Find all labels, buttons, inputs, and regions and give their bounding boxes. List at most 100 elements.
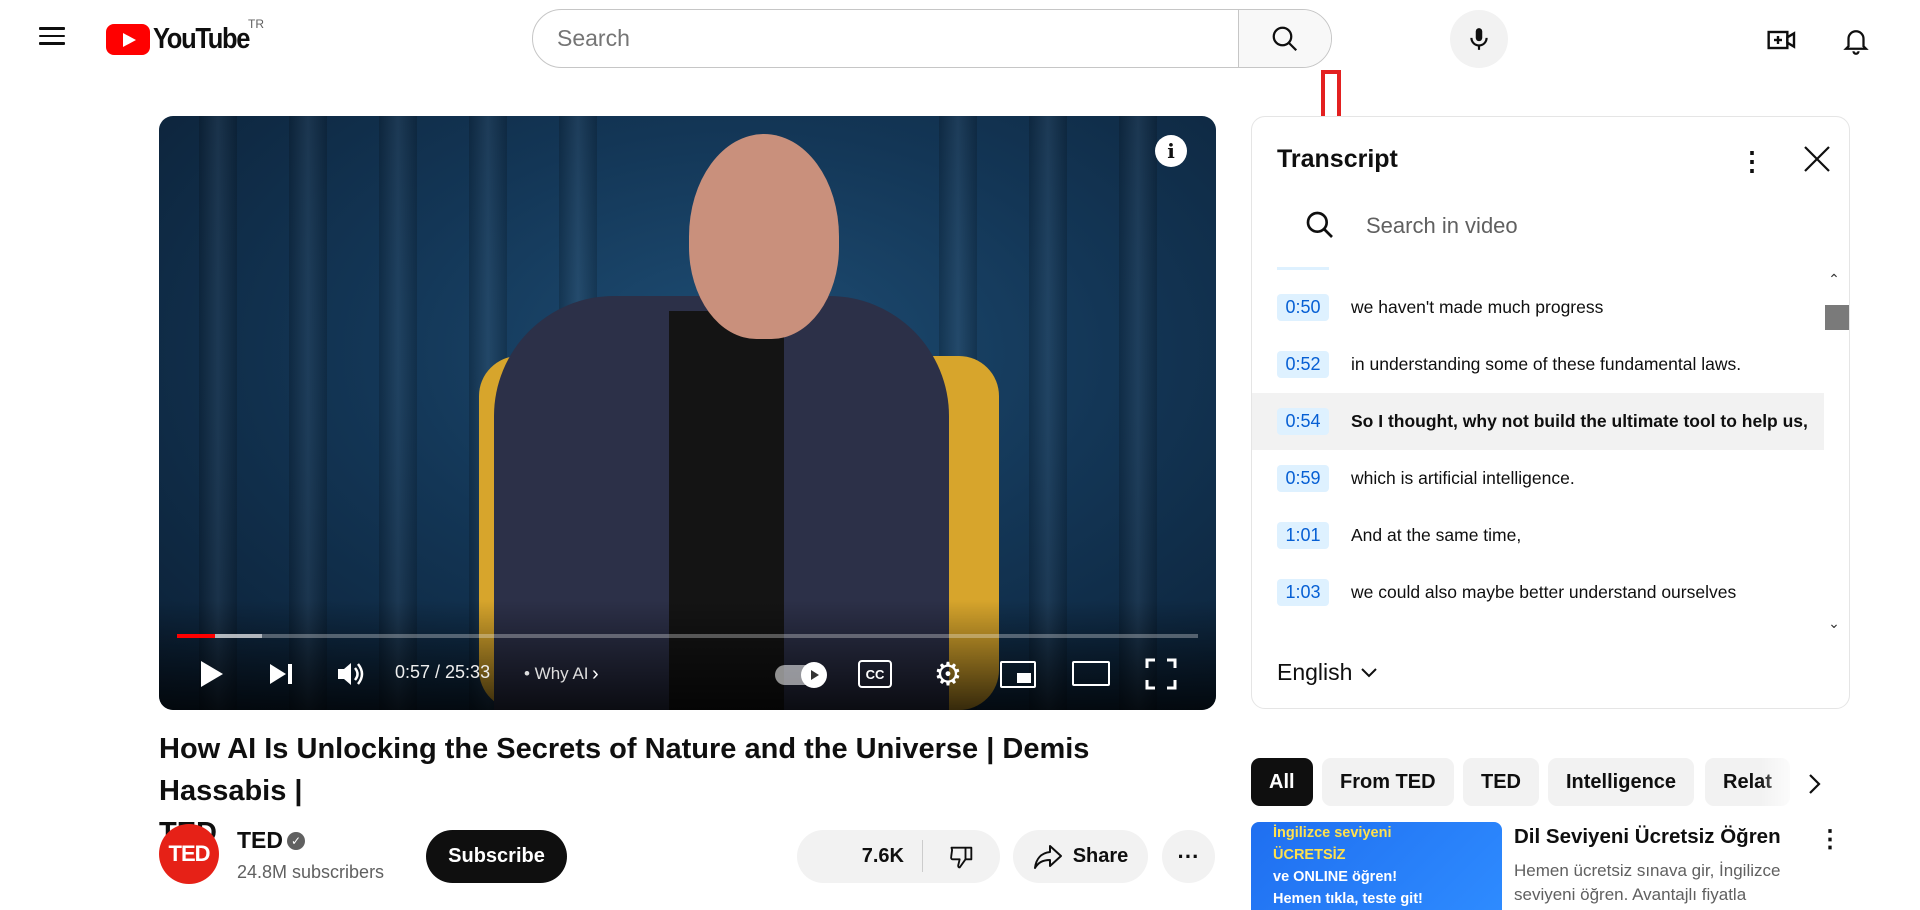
progress-played: [177, 634, 215, 638]
ad-thumbnail-text: ve ONLINE öğren!: [1273, 869, 1398, 885]
create-icon: [1767, 30, 1796, 50]
channel-avatar[interactable]: TED: [159, 824, 219, 884]
search-button[interactable]: [1238, 10, 1331, 67]
cc-icon[interactable]: CC: [858, 660, 892, 688]
youtube-logo[interactable]: YouTube TR: [106, 17, 264, 56]
segment-timestamp[interactable]: 0:59: [1277, 465, 1329, 492]
segment-text: And at the same time,: [1351, 525, 1522, 545]
next-button[interactable]: [265, 658, 297, 690]
ad-thumbnail-text: ÜCRETSİZ: [1273, 847, 1346, 863]
miniplayer-icon[interactable]: [1000, 661, 1036, 688]
language-label: English: [1277, 659, 1353, 685]
chapter-title[interactable]: • Why AI: [524, 664, 589, 684]
language-selector[interactable]: English: [1277, 659, 1378, 686]
transcript-list: 0:50 we haven't made much progress 0:52 …: [1252, 267, 1824, 615]
dislike-icon: [949, 846, 972, 868]
chevron-right-icon: [1809, 774, 1821, 794]
settings-icon[interactable]: ⚙: [930, 656, 966, 692]
transcript-search-icon: [1302, 207, 1338, 243]
subscriber-count: 24.8M subscribers: [237, 862, 385, 882]
notifications-button[interactable]: [1836, 20, 1876, 60]
chip-intelligence[interactable]: Intelligence: [1548, 758, 1695, 806]
more-vert-icon: ⋮: [1818, 825, 1842, 853]
like-count: 7.6K: [861, 845, 904, 867]
transcript-segment[interactable]: 0:52 in understanding some of these fund…: [1252, 336, 1824, 393]
channel-name[interactable]: TED: [237, 827, 283, 854]
video-title-line-1: How AI Is Unlocking the Secrets of Natur…: [159, 733, 1090, 807]
transcript-segment[interactable]: 0:59 which is artificial intelligence.: [1252, 450, 1824, 507]
ad-menu-button[interactable]: ⋮: [1815, 824, 1845, 854]
like-button[interactable]: 7.6K: [797, 830, 922, 883]
ad-thumbnail-text: İngilizce seviyeni: [1273, 825, 1392, 841]
theater-icon[interactable]: [1072, 661, 1110, 686]
ad-thumbnail[interactable]: İngilizce seviyeni ÜCRETSİZ ve ONLINE öğre…: [1251, 822, 1502, 910]
transcript-segment[interactable]: 0:50 we haven't made much progress: [1252, 279, 1824, 336]
youtube-play-logo-icon: [106, 23, 150, 55]
more-icon: ···: [1177, 843, 1200, 869]
more-actions-button[interactable]: ···: [1162, 830, 1215, 883]
play-icon: [201, 661, 223, 687]
transcript-scrollbar-thumb[interactable]: [1825, 305, 1849, 330]
verified-icon: ✓: [287, 832, 305, 850]
segment-text: we haven't made much progress: [1351, 297, 1604, 317]
like-dislike-group: 7.6K: [797, 830, 1000, 883]
autoplay-toggle[interactable]: [775, 662, 827, 688]
more-vert-icon: ⋮: [1739, 145, 1765, 176]
menu-icon[interactable]: [36, 22, 68, 54]
next-icon: [270, 664, 292, 684]
chip-all[interactable]: All: [1251, 758, 1313, 806]
close-icon: [1804, 146, 1830, 172]
share-button[interactable]: Share: [1013, 830, 1148, 883]
time-display: 0:57 / 25:33: [395, 662, 491, 682]
country-code: TR: [248, 17, 264, 31]
speaker-head: [689, 134, 839, 339]
transcript-segment[interactable]: 1:01 And at the same time,: [1252, 507, 1824, 564]
segment-text: which is artificial intelligence.: [1351, 468, 1575, 488]
segment-text: in understanding some of these fundament…: [1351, 354, 1742, 374]
search-icon: [1272, 26, 1298, 51]
scroll-up-chevron-icon[interactable]: ⌃: [1824, 269, 1844, 289]
segment-text: we could also maybe better understand ou…: [1351, 582, 1737, 602]
chevron-down-icon: [1361, 667, 1378, 677]
segment-timestamp[interactable]: 0:52: [1277, 351, 1329, 378]
segment-timestamp[interactable]: 0:50: [1277, 294, 1329, 321]
info-icon[interactable]: i: [1155, 135, 1187, 167]
segment-timestamp[interactable]: 0:54: [1277, 408, 1329, 435]
progress-bar[interactable]: [177, 634, 1198, 638]
chips-next-button[interactable]: [1795, 764, 1835, 804]
transcript-segment-active[interactable]: 0:54 So I thought, why not build the ult…: [1252, 393, 1824, 450]
bell-icon: [1843, 30, 1869, 55]
chip-ted[interactable]: TED: [1463, 758, 1539, 806]
transcript-close-button[interactable]: [1797, 139, 1837, 179]
search-input[interactable]: [533, 10, 1238, 67]
subscribe-button[interactable]: Subscribe: [426, 830, 567, 883]
dislike-button[interactable]: [923, 830, 1000, 883]
transcript-menu-button[interactable]: ⋮: [1732, 141, 1772, 181]
mute-button[interactable]: [334, 658, 368, 690]
ad-description: Hemen ücretsiz sınava gir, İngilizce sev…: [1514, 861, 1781, 904]
logo-text: YouTube: [153, 22, 250, 55]
volume-icon: [338, 663, 364, 685]
chip-from-ted[interactable]: From TED: [1322, 758, 1454, 806]
share-label: Share: [1072, 845, 1129, 867]
chapter-chevron-icon: ›: [592, 663, 599, 685]
voice-search-button[interactable]: [1450, 10, 1508, 68]
scroll-down-chevron-icon[interactable]: ⌄: [1824, 613, 1844, 633]
play-button[interactable]: [195, 657, 229, 691]
ad-thumbnail-text: Hemen tıkla, teste git!: [1273, 891, 1423, 907]
create-button[interactable]: [1762, 20, 1802, 60]
autoplay-play-icon: [801, 662, 827, 688]
search-bar: [532, 9, 1332, 68]
segment-text: So I thought, why not build the ultimate…: [1351, 411, 1808, 431]
video-player[interactable]: [159, 116, 1216, 710]
segment-timestamp[interactable]: 1:01: [1277, 522, 1329, 549]
mic-icon: [1470, 28, 1488, 50]
ad-title[interactable]: Dil Seviyeni Ücretsiz Öğren: [1514, 825, 1781, 849]
segment-timestamp[interactable]: 1:03: [1277, 579, 1329, 606]
fullscreen-icon[interactable]: [1144, 657, 1178, 691]
transcript-segment[interactable]: 1:03 we could also maybe better understa…: [1252, 564, 1824, 615]
transcript-panel: Transcript ⋮ 0:50 we haven't made much p…: [1251, 116, 1850, 709]
share-icon: [1033, 844, 1062, 869]
transcript-search-input[interactable]: [1366, 211, 1746, 241]
transcript-title: Transcript: [1277, 145, 1398, 173]
